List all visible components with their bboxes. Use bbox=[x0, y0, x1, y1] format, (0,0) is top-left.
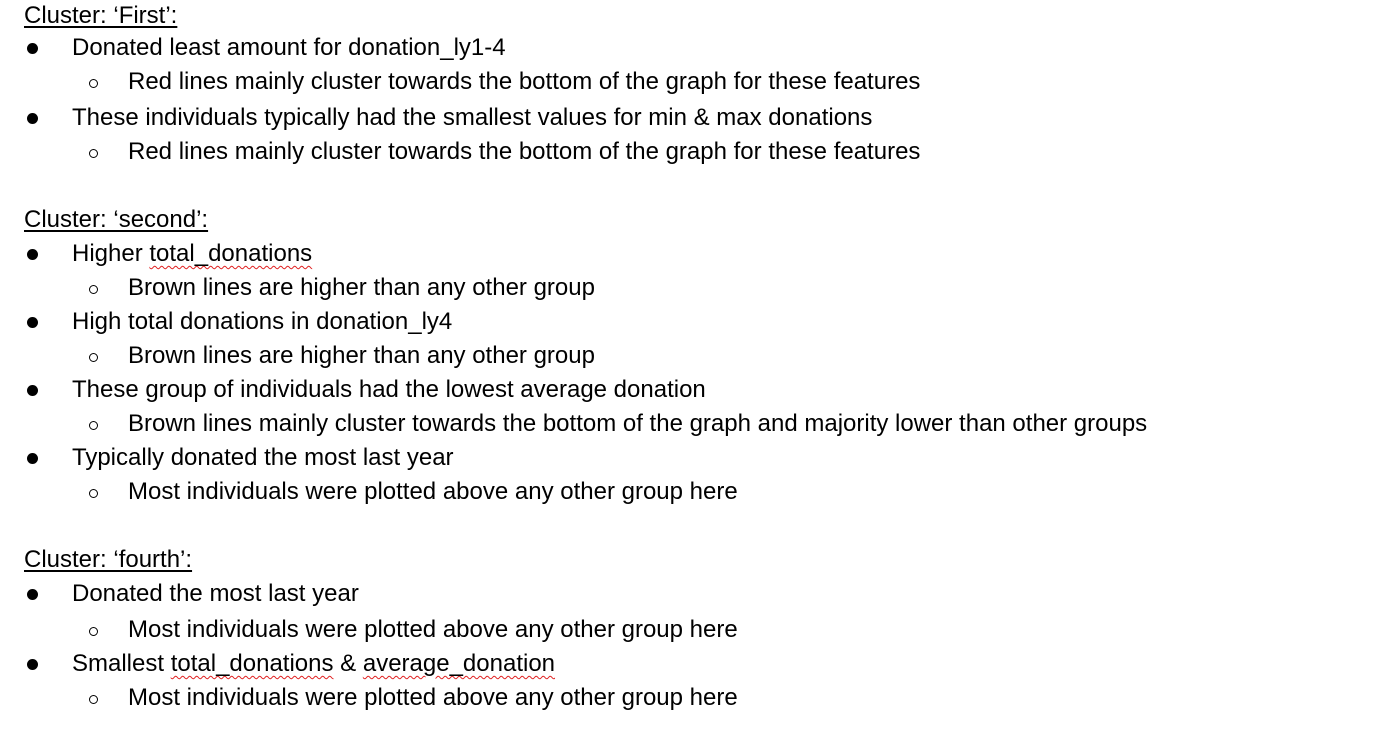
sub-bullet-circle bbox=[89, 285, 98, 294]
sub-bullet-text: Brown lines are higher than any other gr… bbox=[128, 274, 595, 301]
bullet-dot bbox=[27, 317, 38, 328]
bullet-text: Donated the most last year bbox=[72, 580, 359, 607]
bullet-dot bbox=[27, 659, 38, 670]
bullet-dot bbox=[27, 43, 38, 54]
sub-bullet-text: Most individuals were plotted above any … bbox=[128, 616, 738, 643]
sub-bullet-circle bbox=[89, 421, 98, 430]
bullet-text: Donated least amount for donation_ly1-4 bbox=[72, 34, 506, 61]
bullet-text-plain: Higher bbox=[72, 240, 150, 267]
bullet-text: These individuals typically had the smal… bbox=[72, 104, 873, 131]
sub-bullet-circle bbox=[89, 79, 98, 88]
bullet-text: Higher total_donations bbox=[72, 239, 312, 269]
sub-bullet-text: Red lines mainly cluster towards the bot… bbox=[128, 68, 921, 95]
bullet-text: Smallest total_donations & average_donat… bbox=[72, 649, 555, 679]
bullet-text: Typically donated the most last year bbox=[72, 444, 454, 471]
section-heading-second: Cluster: ‘second’: bbox=[24, 206, 209, 233]
spellcheck-flagged-word[interactable]: total_donations bbox=[149, 240, 312, 267]
sub-bullet-circle bbox=[89, 627, 98, 636]
bullet-dot bbox=[27, 589, 38, 600]
sub-bullet-circle bbox=[89, 149, 98, 158]
bullet-dot bbox=[27, 385, 38, 396]
sub-bullet-circle bbox=[89, 489, 98, 498]
sub-bullet-circle bbox=[89, 695, 98, 704]
sub-bullet-text: Brown lines are higher than any other gr… bbox=[128, 342, 595, 369]
bullet-text: These group of individuals had the lowes… bbox=[72, 376, 706, 403]
sub-bullet-text: Most individuals were plotted above any … bbox=[128, 478, 738, 505]
sub-bullet-text: Red lines mainly cluster towards the bot… bbox=[128, 138, 921, 165]
section-heading-first: Cluster: ‘First’: bbox=[24, 2, 178, 29]
bullet-dot bbox=[27, 453, 38, 464]
bullet-dot bbox=[27, 113, 38, 124]
sub-bullet-text: Most individuals were plotted above any … bbox=[128, 684, 738, 711]
section-heading-fourth: Cluster: ‘fourth’: bbox=[24, 546, 193, 573]
bullet-text: High total donations in donation_ly4 bbox=[72, 308, 453, 335]
spellcheck-flagged-word[interactable]: total_donations bbox=[171, 650, 334, 677]
spellcheck-flagged-word[interactable]: average_donation bbox=[363, 650, 555, 677]
bullet-text-plain: Smallest bbox=[72, 650, 171, 677]
document-page: Cluster: ‘First’: Donated least amount f… bbox=[0, 0, 1398, 738]
sub-bullet-text: Brown lines mainly cluster towards the b… bbox=[128, 410, 1148, 437]
sub-bullet-circle bbox=[89, 353, 98, 362]
bullet-dot bbox=[27, 249, 38, 260]
bullet-text-plain: & bbox=[333, 650, 363, 677]
